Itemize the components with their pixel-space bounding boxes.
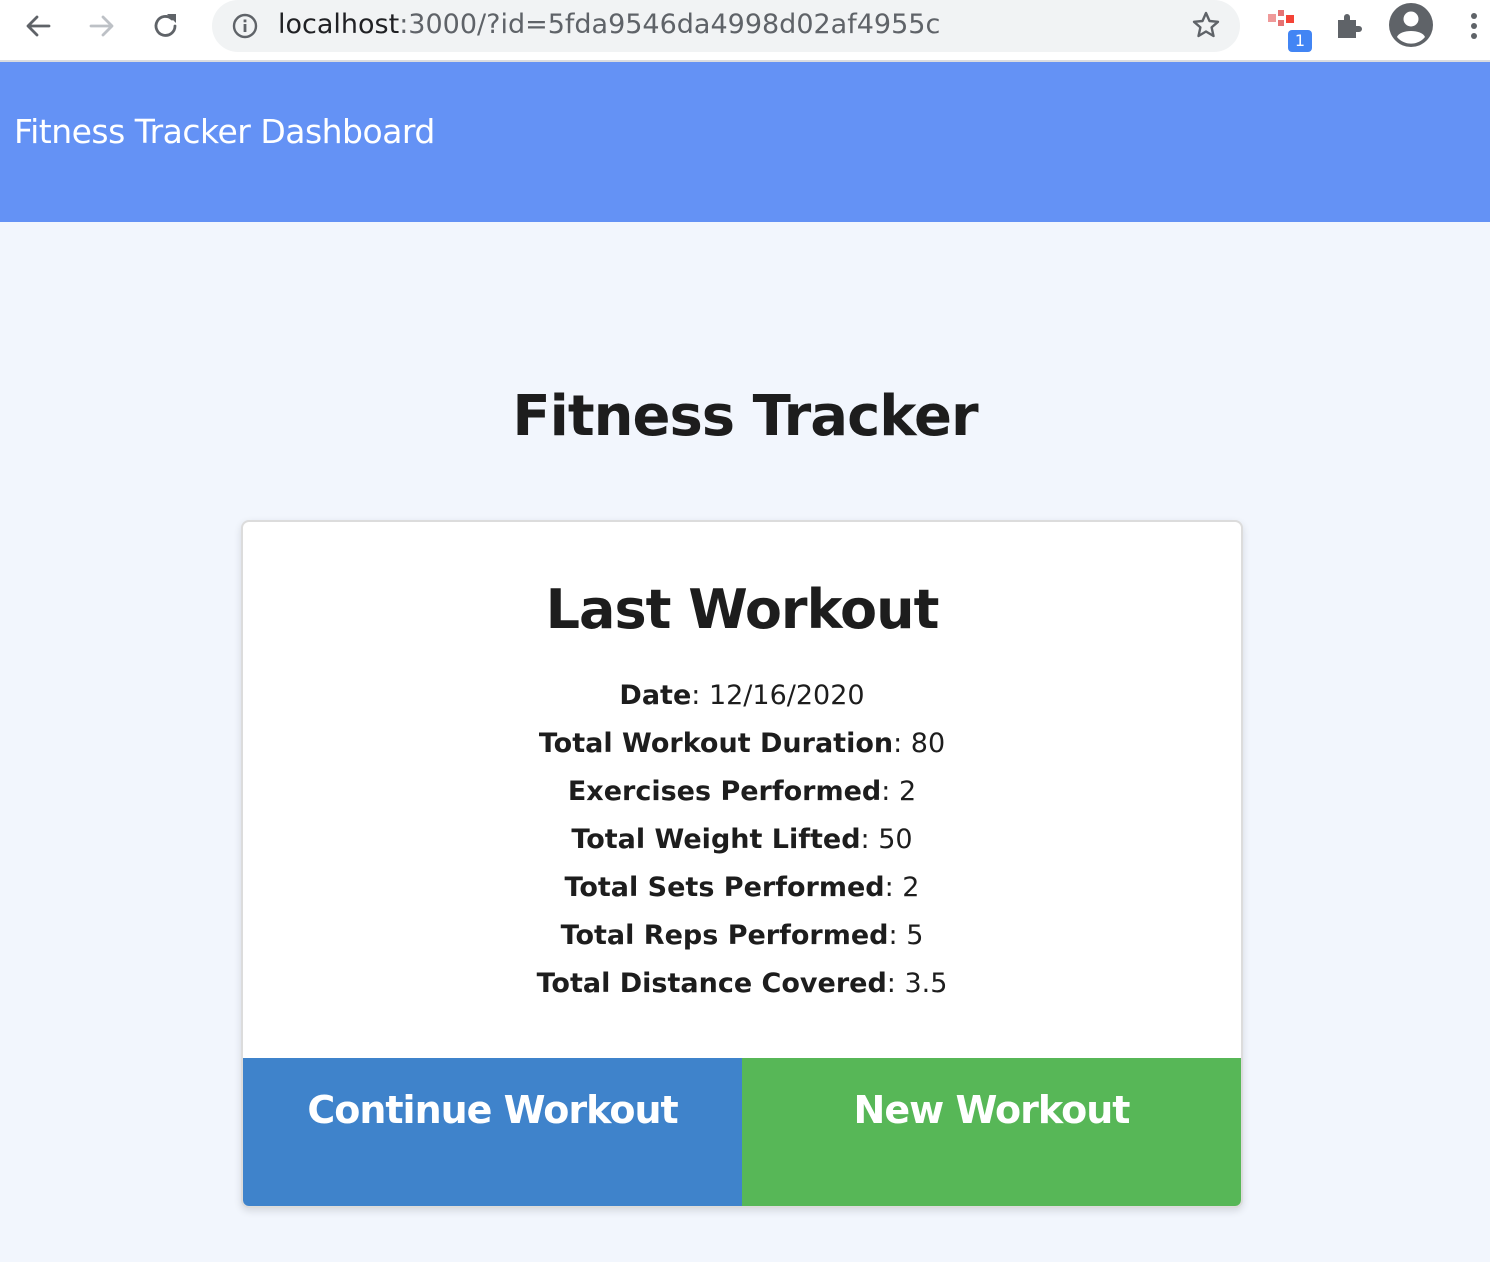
stat-date: Date: 12/16/2020 bbox=[619, 680, 865, 711]
last-workout-card: Last Workout Date: 12/16/2020 Total Work… bbox=[241, 520, 1243, 1208]
stat-duration: Total Workout Duration: 80 bbox=[538, 728, 946, 759]
url-text: localhost:3000/?id=5fda9546da4998d02af49… bbox=[278, 8, 940, 42]
workout-stats: Date: 12/16/2020 Total Workout Duration:… bbox=[243, 672, 1241, 1008]
stat-distance: Total Distance Covered: 3.5 bbox=[536, 968, 948, 999]
reload-icon[interactable] bbox=[142, 6, 190, 46]
card-title: Last Workout bbox=[545, 578, 940, 641]
bookmark-star-icon[interactable] bbox=[1190, 9, 1222, 45]
continue-workout-button[interactable]: Continue Workout bbox=[243, 1058, 742, 1206]
url-host: localhost bbox=[278, 9, 400, 40]
page-title: Fitness Tracker bbox=[512, 384, 978, 449]
browser-toolbar: localhost:3000/?id=5fda9546da4998d02af49… bbox=[0, 0, 1490, 62]
profile-icon[interactable] bbox=[1388, 2, 1434, 52]
stat-exercises: Exercises Performed: 2 bbox=[567, 776, 917, 807]
brand-link[interactable]: Fitness Tracker Dashboard bbox=[14, 112, 435, 151]
site-info-icon[interactable] bbox=[230, 11, 260, 45]
extension-badge: 1 bbox=[1288, 30, 1312, 52]
stat-weight: Total Weight Lifted: 50 bbox=[571, 824, 913, 855]
stat-sets: Total Sets Performed: 2 bbox=[564, 872, 920, 903]
puzzle-icon[interactable] bbox=[1330, 8, 1366, 48]
app-header: Fitness Tracker Dashboard bbox=[0, 62, 1490, 222]
back-arrow-icon[interactable] bbox=[14, 6, 62, 46]
more-menu-icon[interactable] bbox=[1464, 8, 1484, 48]
new-workout-button[interactable]: New Workout bbox=[742, 1058, 1241, 1206]
card-actions: Continue Workout New Workout bbox=[243, 1058, 1241, 1206]
stat-reps: Total Reps Performed: 5 bbox=[560, 920, 924, 951]
address-bar[interactable]: localhost:3000/?id=5fda9546da4998d02af49… bbox=[212, 0, 1240, 52]
url-path: :3000/?id=5fda9546da4998d02af4955c bbox=[399, 9, 941, 40]
forward-arrow-icon[interactable] bbox=[78, 6, 126, 46]
